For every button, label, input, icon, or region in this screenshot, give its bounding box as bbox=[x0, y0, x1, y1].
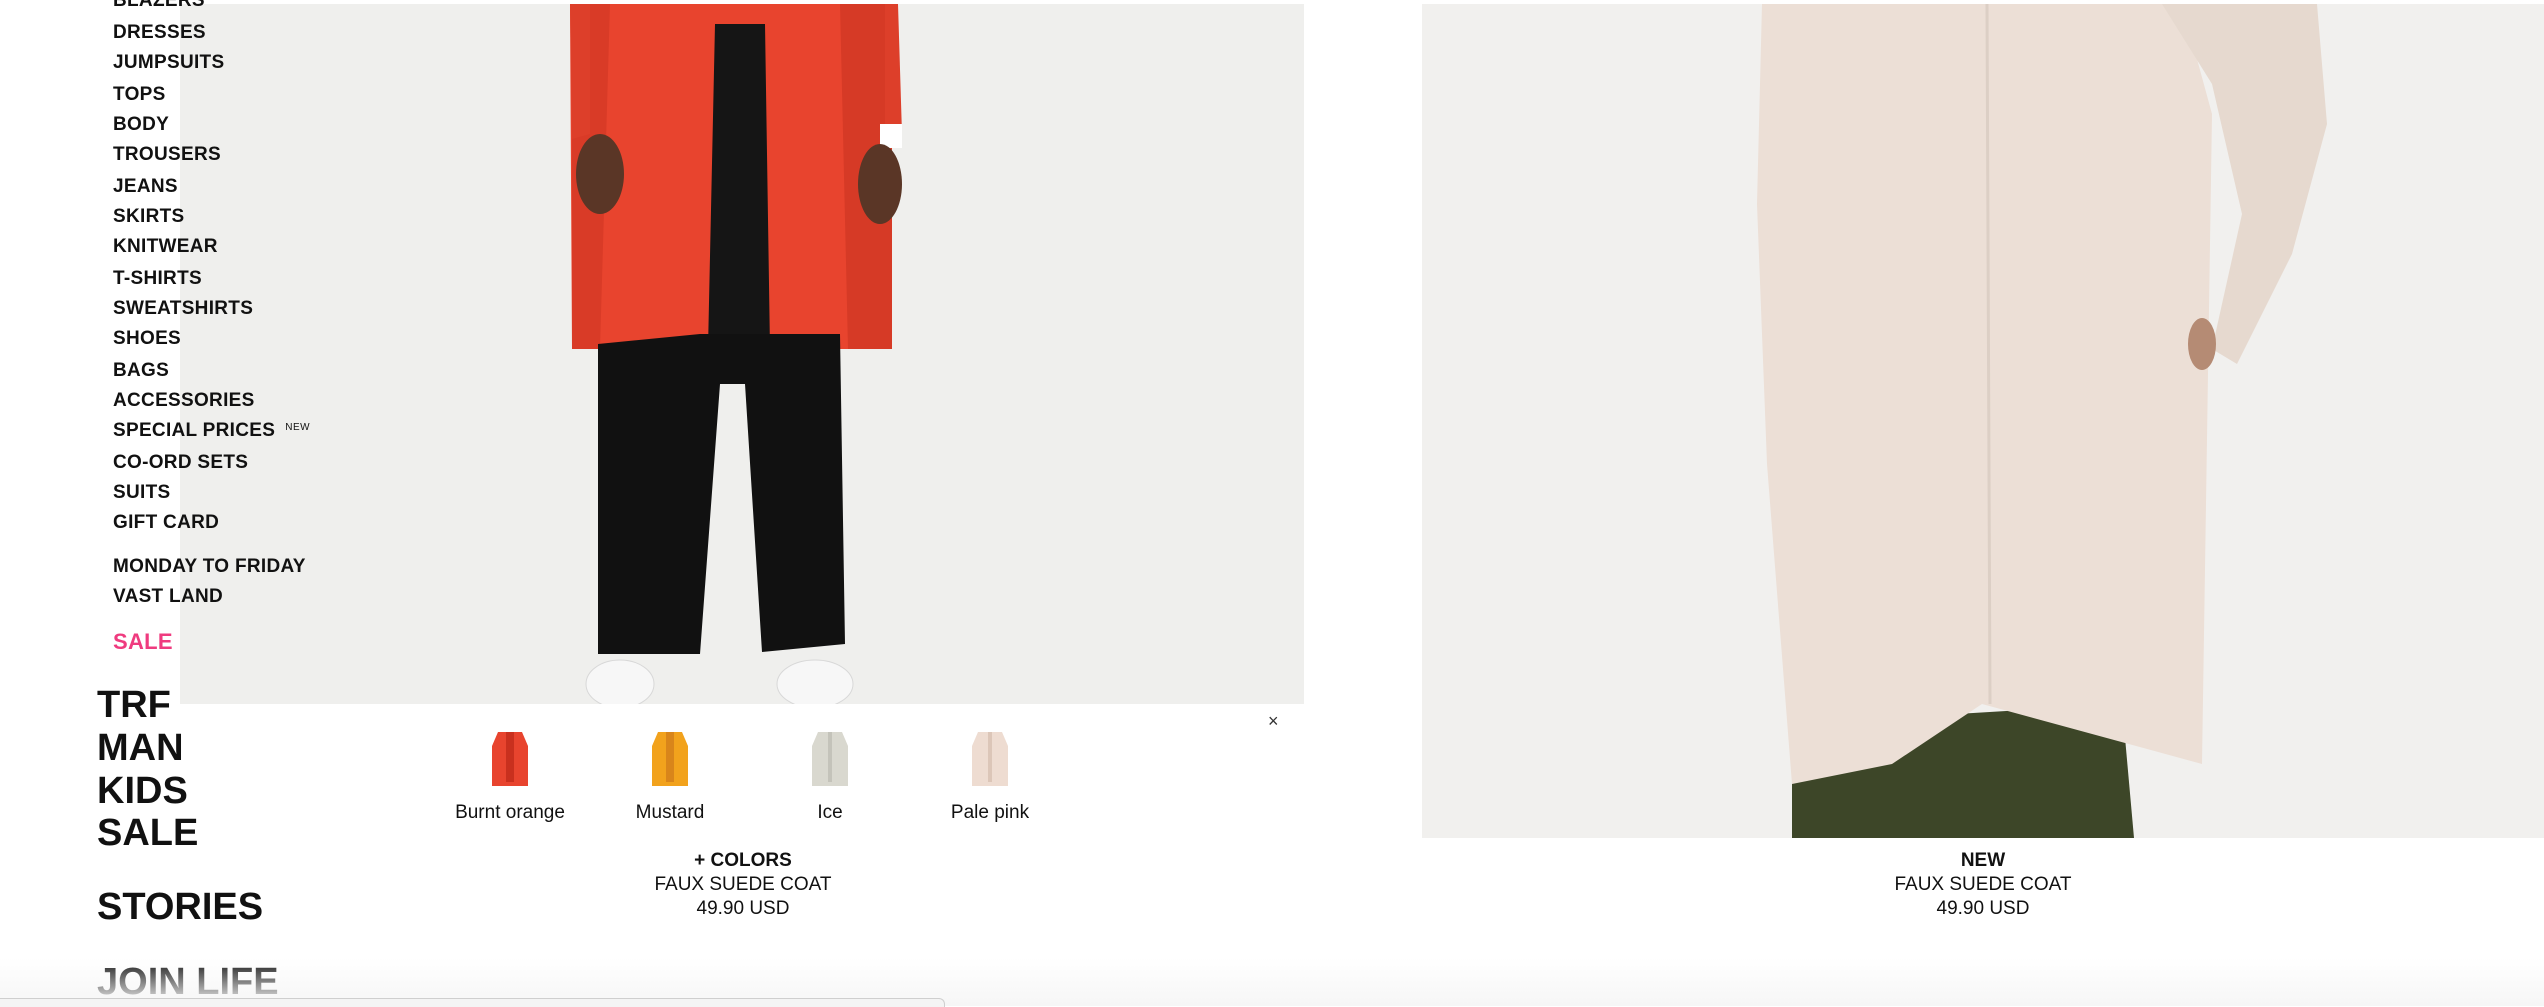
nav-item-jeans[interactable]: JEANS bbox=[113, 176, 178, 198]
swatch-mustard[interactable]: Mustard bbox=[590, 716, 750, 823]
nav-item-skirts[interactable]: SKIRTS bbox=[113, 206, 184, 228]
nav-item-sale[interactable]: SALE bbox=[113, 629, 173, 655]
nav-item-body[interactable]: BODY bbox=[113, 114, 169, 136]
nav-item-monday-to-friday[interactable]: MONDAY TO FRIDAY bbox=[113, 556, 306, 578]
swatch-label: Burnt orange bbox=[455, 802, 565, 823]
product-price: 49.90 USD bbox=[1936, 898, 2030, 919]
nav-item-special-prices-label: SPECIAL PRICES bbox=[113, 420, 276, 441]
swatch-label: Ice bbox=[817, 802, 843, 823]
nav-item-t-shirts[interactable]: T-SHIRTS bbox=[113, 268, 202, 290]
main-nav-sale[interactable]: SALE bbox=[97, 812, 198, 855]
swatch-ice[interactable]: Ice bbox=[750, 716, 910, 823]
swatch-pale-pink[interactable]: Pale pink bbox=[910, 716, 1070, 823]
nav-item-co-ord-sets[interactable]: CO-ORD SETS bbox=[113, 452, 248, 474]
nav-item-dresses[interactable]: DRESSES bbox=[113, 22, 206, 44]
coat-thumbnail-icon bbox=[812, 732, 848, 786]
nav-item-accessories[interactable]: ACCESSORIES bbox=[113, 390, 255, 412]
model-red-coat-illustration bbox=[180, 4, 1304, 704]
product-image-burnt-orange-coat[interactable] bbox=[180, 4, 1304, 704]
nav-item-vast-land[interactable]: VAST LAND bbox=[113, 586, 223, 608]
coat-thumbnail-icon bbox=[972, 732, 1008, 786]
nav-item-bags[interactable]: BAGS bbox=[113, 360, 169, 382]
product-price: 49.90 USD bbox=[696, 898, 790, 919]
main-nav-kids[interactable]: KIDS bbox=[97, 770, 188, 813]
nav-item-blazers[interactable]: BLAZERS bbox=[113, 0, 205, 12]
nav-item-knitwear[interactable]: KNITWEAR bbox=[113, 236, 218, 258]
product-info-right[interactable]: NEW FAUX SUEDE COAT 49.90 USD bbox=[1683, 849, 2283, 921]
product-tag: + COLORS bbox=[694, 850, 792, 871]
coat-thumbnail-icon bbox=[652, 732, 688, 786]
swatch-label: Pale pink bbox=[950, 802, 1030, 823]
nav-item-shoes[interactable]: SHOES bbox=[113, 328, 181, 350]
nav-item-special-prices[interactable]: SPECIAL PRICES NEW bbox=[113, 420, 310, 442]
product-name[interactable]: FAUX SUEDE COAT bbox=[1683, 873, 2283, 897]
nav-item-gift-card[interactable]: GIFT CARD bbox=[113, 512, 219, 534]
swatch-label: Mustard bbox=[635, 802, 705, 823]
model-pink-coat-illustration bbox=[1422, 4, 2544, 838]
color-swatch-selector: Burnt orange Mustard Ice Pale pink bbox=[430, 716, 1310, 836]
nav-item-trousers[interactable]: TROUSERS bbox=[113, 144, 221, 166]
new-badge: NEW bbox=[285, 422, 311, 433]
nav-item-jumpsuits[interactable]: JUMPSUITS bbox=[113, 52, 224, 74]
product-name[interactable]: FAUX SUEDE COAT bbox=[443, 873, 1043, 897]
nav-item-tops[interactable]: TOPS bbox=[113, 84, 166, 106]
swatch-burnt-orange[interactable]: Burnt orange bbox=[430, 716, 590, 823]
main-nav-stories[interactable]: STORIES bbox=[97, 886, 263, 929]
coat-thumbnail-icon bbox=[492, 732, 528, 801]
nav-item-suits[interactable]: SUITS bbox=[113, 482, 170, 504]
main-nav-trf[interactable]: TRF bbox=[97, 684, 171, 727]
nav-item-sweatshirts[interactable]: SWEATSHIRTS bbox=[113, 298, 253, 320]
main-nav-man[interactable]: MAN bbox=[97, 727, 184, 770]
product-tag: NEW bbox=[1960, 850, 2006, 871]
product-info-left[interactable]: + COLORS FAUX SUEDE COAT 49.90 USD bbox=[443, 849, 1043, 921]
product-image-pale-pink-coat[interactable] bbox=[1422, 4, 2544, 838]
